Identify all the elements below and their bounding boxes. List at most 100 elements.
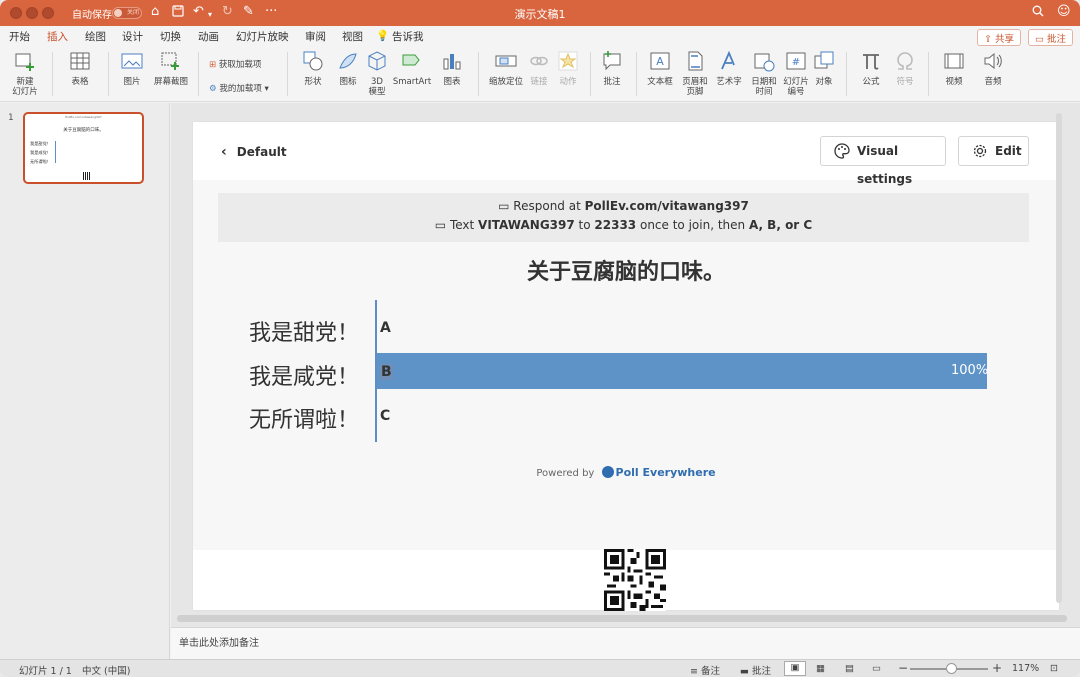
tab-home[interactable]: 开始 [9, 29, 30, 44]
chart-icon [443, 54, 461, 70]
my-addins-button[interactable]: ⚙ 我的加载项 ▾ [209, 82, 269, 94]
ribbon-separator [846, 52, 847, 96]
poll-header: ‹ Default Visual settings Edit [193, 122, 1059, 186]
option-letter: A [380, 320, 391, 336]
film-icon [944, 53, 964, 69]
thumbnail-option: 无所谓啦！ [30, 159, 51, 164]
back-label: Default [236, 145, 287, 159]
chart-button[interactable]: 图表 [436, 50, 468, 87]
tab-design[interactable]: 设计 [122, 29, 143, 44]
horizontal-scrollbar[interactable] [177, 615, 1067, 622]
wordart-icon [721, 50, 735, 70]
thumbnail-option: 我是甜党！ [30, 141, 51, 146]
notes-placeholder: 单击此处添加备注 [179, 638, 259, 649]
link-button[interactable]: 链接 [527, 50, 551, 87]
3d-models-button[interactable]: 3D 模型 [364, 50, 390, 97]
audio-button[interactable]: 音频 [976, 50, 1010, 87]
status-bar: 幻灯片 1 / 1 中文 (中国) ≡ 备注 ▬ 批注 ▣ ▦ ▤ ▭ − + … [0, 659, 1080, 677]
text-to: to [574, 218, 595, 232]
zoom-in-icon[interactable]: + [992, 661, 1002, 675]
poll-title: 关于豆腐脑的口味。 [526, 260, 725, 285]
omega-icon [897, 52, 913, 70]
document-title: 演示文稿1 [514, 8, 566, 21]
share-button[interactable]: ⇪ 共享 [977, 29, 1021, 46]
screenshot-button[interactable]: 屏幕截图 [152, 50, 190, 87]
zoom-slider-handle[interactable] [946, 663, 957, 674]
fit-slide-icon[interactable]: ⊡ [1050, 663, 1058, 674]
text-line: ▭ Text VITAWANG397 to 22333 once to join… [218, 218, 1029, 232]
smiley-feedback-icon[interactable]: ☺ [1057, 5, 1071, 19]
vertical-scrollbar[interactable] [1056, 113, 1062, 603]
notes-toggle[interactable]: ≡ 备注 [690, 663, 720, 677]
chevron-left-icon: ‹ [221, 144, 227, 160]
wordart-label: 艺术字 [716, 77, 742, 87]
normal-view-icon[interactable]: ▣ [784, 661, 806, 676]
shapes-icon [303, 51, 323, 71]
language-indicator[interactable]: 中文 (中国) [82, 663, 130, 677]
equation-label: 公式 [862, 77, 880, 87]
slide-canvas[interactable]: ‹ Default Visual settings Edit ▭ Respond … [193, 122, 1059, 611]
zoom-out-icon[interactable]: − [898, 661, 908, 675]
equation-button[interactable]: 公式 [854, 50, 888, 87]
symbol-button[interactable]: 符号 [892, 50, 918, 87]
ribbon-separator [52, 52, 53, 96]
new-slide-label: 新建 幻灯片 [12, 77, 38, 97]
textbox-label: 文本框 [647, 77, 673, 87]
back-default-button[interactable]: ‹ Default [221, 144, 287, 160]
video-button[interactable]: 视频 [936, 50, 972, 87]
notes-pane[interactable]: 单击此处添加备注 [171, 627, 1080, 659]
wordart-button[interactable]: 艺术字 [713, 50, 745, 87]
comments-button[interactable]: ▭ 批注 [1028, 29, 1074, 46]
powered-by-label: Powered by [536, 468, 595, 479]
video-label: 视频 [945, 77, 963, 87]
palette-icon [834, 143, 850, 159]
text-code: VITAWANG397 [478, 218, 575, 232]
comments-toggle[interactable]: ▬ 批注 [740, 663, 771, 677]
reading-view-icon[interactable]: ▤ [845, 663, 854, 674]
new-slide-button[interactable]: 新建 幻灯片 [8, 50, 42, 97]
search-icon[interactable] [1032, 5, 1044, 21]
get-addins-button[interactable]: ⊞ 获取加载项 [209, 58, 261, 70]
date-time-label: 日期和 时间 [751, 77, 777, 97]
option-label: 无所谓啦！ [248, 408, 359, 433]
notes-icon: ≡ [690, 666, 701, 677]
textbox-button[interactable]: A 文本框 [644, 50, 676, 87]
header-footer-button[interactable]: 页眉和 页脚 [680, 50, 710, 97]
icons-label: 图标 [339, 77, 357, 87]
screenshot-icon [161, 52, 179, 70]
table-button[interactable]: 表格 [62, 50, 98, 87]
tab-transitions[interactable]: 切换 [160, 29, 181, 44]
action-button[interactable]: 动作 [556, 50, 580, 87]
tab-animations[interactable]: 动画 [198, 29, 219, 44]
tab-review[interactable]: 审阅 [305, 29, 326, 44]
tell-me-search[interactable]: 告诉我 [392, 29, 424, 44]
visual-settings-button[interactable]: Visual settings [820, 136, 946, 186]
smartart-button[interactable]: SmartArt [392, 50, 432, 87]
slideshow-icon[interactable]: ▭ [872, 663, 881, 674]
tab-draw[interactable]: 绘图 [85, 29, 106, 44]
edit-button[interactable]: Edit [958, 136, 1029, 166]
text-number: 22333 [594, 218, 637, 232]
icons-button[interactable]: 图标 [334, 50, 362, 87]
object-button[interactable]: 对象 [812, 50, 836, 87]
slide-number-button[interactable]: # 幻灯片 编号 [781, 50, 811, 97]
zoom-link-button[interactable]: 缩放定位 [486, 50, 526, 87]
tab-insert[interactable]: 插入 [47, 29, 68, 48]
shapes-button[interactable]: 形状 [296, 50, 330, 87]
picture-button[interactable]: 图片 [114, 50, 150, 87]
tab-view[interactable]: 视图 [342, 29, 363, 44]
zoom-level[interactable]: 117% [1012, 663, 1039, 674]
slide-sorter-icon[interactable]: ▦ [816, 663, 825, 674]
respond-url[interactable]: PollEv.com/vitawang397 [585, 199, 749, 213]
comment-insert-button[interactable]: 批注 [598, 50, 626, 87]
poll-everywhere-logo-icon [601, 466, 614, 478]
date-time-button[interactable]: 日期和 时间 [748, 50, 780, 97]
header-footer-label: 页眉和 页脚 [682, 77, 708, 97]
share-label: 共享 [994, 34, 1014, 45]
object-icon [814, 51, 834, 69]
ribbon-separator [198, 52, 199, 96]
tab-slideshow[interactable]: 幻灯片放映 [236, 29, 289, 44]
slide-thumbnail[interactable]: PollEv.com/vitawang397 关于豆腐脑的口味。 我是甜党！ 我… [23, 112, 144, 184]
thumbnail-option: 我是咸党！ [30, 150, 51, 155]
textbox-icon: A [650, 52, 670, 70]
